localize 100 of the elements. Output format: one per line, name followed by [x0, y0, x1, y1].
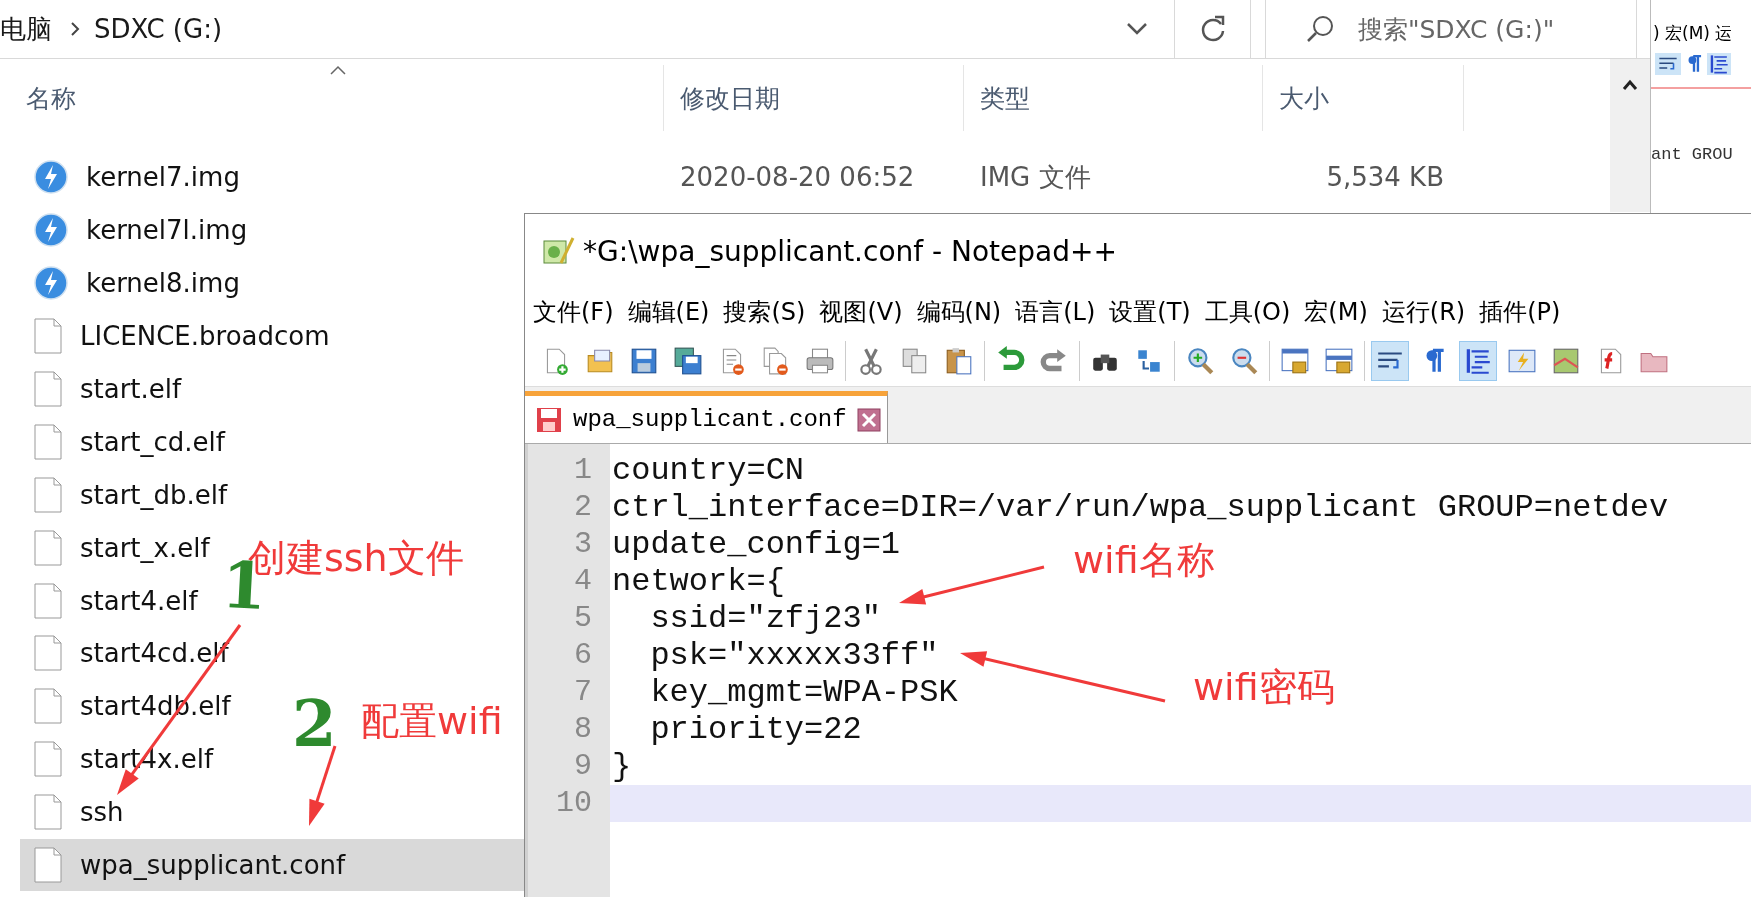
file-name: kernel7l.img: [86, 215, 248, 246]
line-number: 6: [574, 637, 592, 674]
line-number: 9: [574, 748, 592, 785]
toolbar-button[interactable]: [1459, 341, 1497, 381]
menu-item[interactable]: 设置(T): [1109, 296, 1191, 328]
map-icon: [1551, 346, 1581, 376]
locked-window-icon: [1324, 346, 1354, 376]
file-row[interactable]: kernel7.img 2020-08-20 06:52 IMG 文件 5,534 KB: [20, 151, 1610, 204]
toolbar-button[interactable]: [1371, 341, 1409, 381]
file-name: ssh: [80, 797, 124, 828]
menu-item[interactable]: 宏(M): [1304, 296, 1368, 328]
zoom-in-icon: [1185, 346, 1215, 376]
menu-item[interactable]: 文件(F): [533, 296, 614, 328]
line-number: 5: [574, 600, 592, 637]
code-line: ctrl_interface=DIR=/var/run/wpa_supplicant GROUP=netdev: [612, 489, 1669, 526]
file-row[interactable]: start.elf: [20, 362, 186, 416]
scroll-up-icon[interactable]: [1622, 79, 1638, 91]
file-icon: [34, 423, 62, 460]
menu-item[interactable]: 运行(R): [1381, 296, 1466, 328]
chevron-down-icon[interactable]: [1126, 22, 1148, 36]
breadcrumb-item[interactable]: 电脑: [0, 11, 52, 47]
indent-guide-icon: [1707, 53, 1731, 75]
file-row[interactable]: start_x.elf: [20, 521, 214, 575]
code-line: psk="xxxxx33ff": [649, 637, 939, 674]
file-name: LICENCE.broadcom: [80, 321, 330, 352]
menu-item[interactable]: 语言(L): [1015, 296, 1096, 328]
save-icon: [629, 346, 659, 376]
file-name: start.elf: [80, 374, 182, 404]
word-wrap-icon: [1655, 53, 1681, 75]
line-number: 2: [574, 489, 592, 526]
annotation-text: wifi密码: [1193, 664, 1335, 711]
handwritten-numeral: 2: [292, 686, 337, 761]
menu-item[interactable]: 搜索(S): [723, 296, 806, 328]
locked-window-icon: [1280, 346, 1310, 376]
date-text: 2020-08-20 06:52: [680, 162, 915, 193]
code-line: network={: [612, 563, 785, 600]
file-icon: [34, 688, 62, 725]
file-icon: [34, 794, 62, 831]
file-name: wpa_supplicant.conf: [80, 850, 346, 880]
file-row[interactable]: kernel7l.img: [20, 203, 252, 257]
breadcrumb-item[interactable]: SDXC (G:): [94, 14, 223, 44]
line-number: 4: [574, 563, 592, 600]
file-row[interactable]: LICENCE.broadcom: [20, 309, 334, 363]
column-header[interactable]: 大小: [1279, 81, 1329, 115]
lightning-disc-icon: [34, 266, 68, 301]
file-icon: [34, 582, 62, 619]
file-icon: [34, 635, 62, 672]
zoom-out-icon: [1229, 346, 1259, 376]
type-text: IMG 文件: [980, 160, 1091, 194]
file-icon: [34, 371, 62, 407]
file-icon: [34, 529, 62, 566]
file-tab[interactable]: wpa_supplicant.conf: [525, 391, 888, 443]
line-number: 3: [574, 526, 592, 563]
menu-item[interactable]: 工具(O): [1204, 296, 1291, 328]
chevron-right-icon: [70, 21, 80, 37]
file-icon: [34, 476, 62, 513]
file-row[interactable]: start4.elf: [20, 574, 202, 627]
window-title: *G:\wpa_supplicant.conf - Notepad++: [583, 234, 1117, 268]
sort-caret-icon: [330, 65, 346, 75]
file-name: start_cd.elf: [80, 426, 225, 457]
file-icon: [34, 741, 62, 778]
column-header[interactable]: 类型: [980, 81, 1030, 115]
printer-icon: [805, 346, 835, 376]
annotation-text: wifi名称: [1073, 537, 1215, 584]
size-text: 5,534 KB: [1326, 162, 1444, 193]
column-header[interactable]: 修改日期: [680, 81, 780, 115]
file-name: kernel8.img: [86, 268, 240, 299]
code-line: key_mgmt=WPA-PSK: [649, 674, 958, 711]
menu-item[interactable]: 编辑(E): [627, 296, 710, 328]
code-line: update_config=1: [612, 526, 901, 563]
file-row[interactable]: wpa_supplicant.conf: [20, 838, 524, 892]
menu-item[interactable]: 插件(P): [1479, 296, 1561, 328]
search-icon: [1306, 14, 1336, 44]
line-number: 1: [574, 452, 592, 489]
annotation-text: 配置wifi: [361, 698, 503, 745]
code-line: country=CN: [612, 452, 805, 489]
code-text: ant GROU: [1651, 145, 1734, 164]
lightning-disc-icon: [34, 213, 68, 248]
close-documents-icon: [761, 346, 791, 376]
scrollbar[interactable]: [1610, 59, 1650, 212]
file-name: start4.elf: [80, 585, 198, 616]
file-row[interactable]: kernel8.img: [20, 256, 244, 310]
app-icon: [541, 235, 575, 267]
line-number: 8: [574, 711, 592, 748]
line-number: 7: [574, 674, 592, 711]
code-line: ssid="zfj23": [649, 600, 881, 637]
file-row[interactable]: start_cd.elf: [20, 415, 229, 469]
close-icon[interactable]: [856, 407, 881, 432]
file-row[interactable]: ssh: [20, 785, 128, 839]
file-icon: [34, 318, 62, 355]
menu-text: ) 宏(M) 运: [1653, 22, 1734, 45]
clipboard-icon: [944, 346, 974, 376]
lightning-disc-icon: [34, 160, 68, 195]
line-number: 10: [556, 785, 592, 822]
file-name: start_db.elf: [80, 479, 228, 510]
menu-item[interactable]: 视图(V): [819, 296, 903, 328]
menu-item[interactable]: 编码(N): [916, 296, 1002, 328]
column-header[interactable]: 名称: [26, 81, 76, 115]
file-row[interactable]: start_db.elf: [20, 468, 232, 522]
file-icon: [34, 847, 62, 883]
